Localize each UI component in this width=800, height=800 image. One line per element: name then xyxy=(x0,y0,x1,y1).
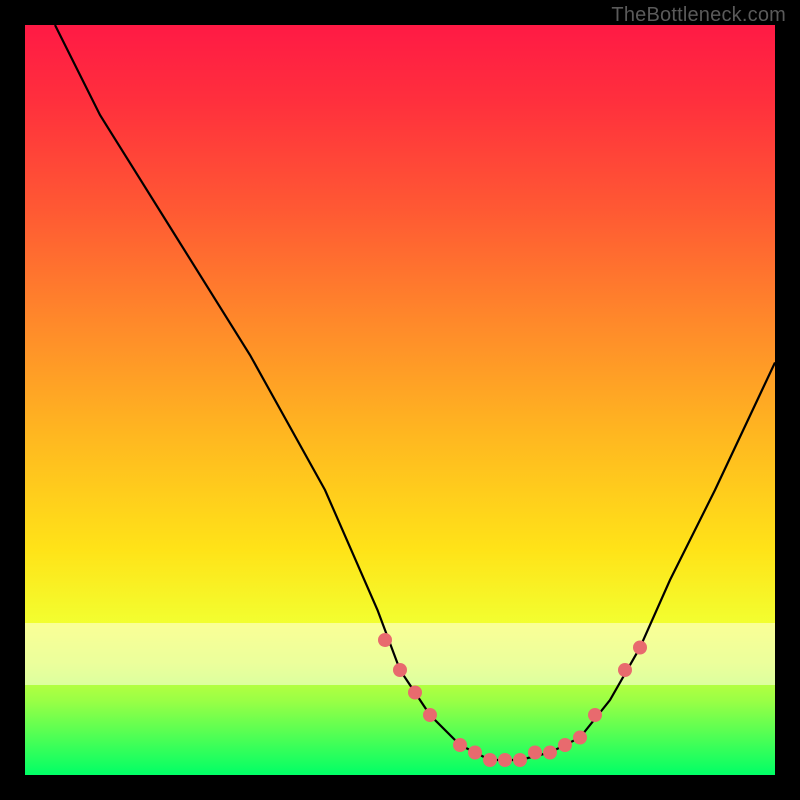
marker-dot xyxy=(408,686,422,700)
watermark-text: TheBottleneck.com xyxy=(611,4,786,27)
marker-dot xyxy=(618,663,632,677)
marker-dot xyxy=(528,746,542,760)
marker-dot xyxy=(543,746,557,760)
marker-dot xyxy=(393,663,407,677)
marker-dot xyxy=(633,641,647,655)
marker-dot xyxy=(483,753,497,767)
markers-group xyxy=(378,633,647,767)
marker-dot xyxy=(558,738,572,752)
marker-dot xyxy=(378,633,392,647)
marker-dot xyxy=(573,731,587,745)
plot-area xyxy=(25,25,775,775)
marker-dot xyxy=(498,753,512,767)
bottleneck-curve xyxy=(55,25,775,760)
marker-dot xyxy=(468,746,482,760)
marker-dot xyxy=(588,708,602,722)
marker-dot xyxy=(423,708,437,722)
chart-frame: TheBottleneck.com xyxy=(0,0,800,800)
curve-layer xyxy=(25,25,775,775)
marker-dot xyxy=(513,753,527,767)
marker-dot xyxy=(453,738,467,752)
